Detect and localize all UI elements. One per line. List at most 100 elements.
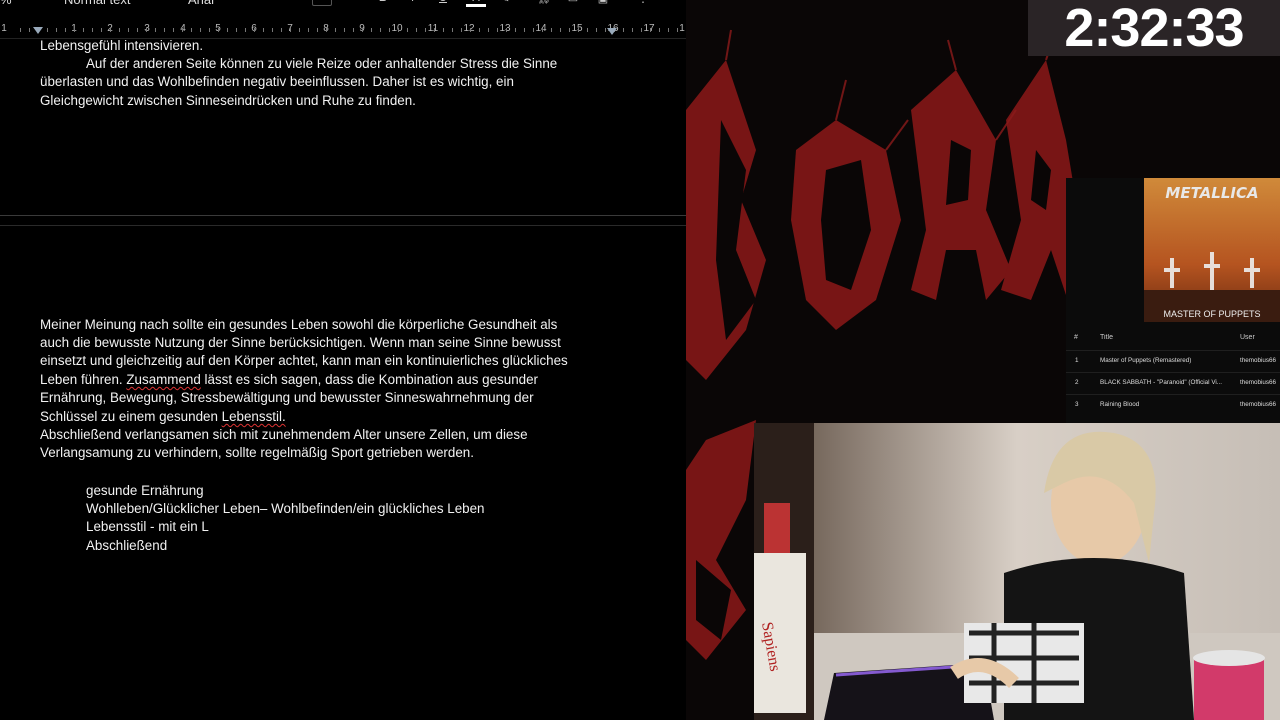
stream-timer: 2:32:33 (1028, 0, 1280, 56)
spelling-error-word[interactable]: Lebensstil. (222, 409, 286, 424)
ruler-minor-tick (353, 28, 354, 32)
doc-line: auch die bewusste Nutzung der Sinne berü… (40, 335, 561, 350)
ruler-minor-tick (344, 28, 345, 32)
playlist-row[interactable]: 2 BLACK SABBATH - "Paranoid" (Official V… (1066, 372, 1280, 393)
header-num: # (1074, 334, 1078, 341)
doc-line: Leben führen. Zusammend lässt es sich sa… (40, 371, 538, 389)
ruler-minor-tick (650, 28, 651, 32)
ruler-tick-label: 1 (679, 23, 685, 34)
ruler-minor-tick (263, 28, 264, 32)
ruler-minor-tick (119, 28, 120, 32)
left-indent-marker[interactable] (33, 27, 43, 34)
ruler-minor-tick (389, 28, 390, 32)
playlist-row[interactable]: 3 Raining Blood themobius66 (1066, 394, 1280, 415)
ruler-minor-tick (416, 28, 417, 32)
ruler-minor-tick (281, 28, 282, 32)
text-run: lässt es sich sagen, dass die Kombinatio… (200, 372, 538, 387)
ruler-minor-tick (299, 28, 300, 32)
ruler-minor-tick (596, 28, 597, 32)
webcam-feed: Sapiens (754, 423, 1280, 720)
page-break (0, 225, 686, 226)
comment-icon[interactable]: ▭ (566, 0, 580, 5)
row-user: themobius66 (1240, 357, 1277, 364)
ruler-minor-tick (308, 28, 309, 32)
row-title: Master of Puppets (Remastered) (1100, 357, 1192, 364)
ruler-minor-tick (407, 28, 408, 32)
ruler-minor-tick (218, 28, 219, 32)
doc-line: Schlüssel zu einem gesunden Lebensstil. (40, 408, 286, 426)
ruler-minor-tick (110, 28, 111, 32)
increase-font-icon[interactable]: + (342, 0, 356, 4)
header-title: Title (1100, 334, 1113, 341)
doc-line: einsetzt und gleichzeitig auf den Körper… (40, 353, 568, 368)
note-line: Wohlleben/Glücklicher Leben– Wohlbefinde… (86, 501, 485, 516)
ruler-minor-tick (542, 28, 543, 32)
ruler-tick-label: 17 (643, 23, 655, 34)
note-line: Lebensstil - mit ein L (86, 519, 209, 534)
link-icon[interactable]: ⛓ (537, 0, 551, 5)
doc-line: Auf der anderen Seite können zu viele Re… (86, 56, 558, 71)
more-options-icon[interactable]: ⋮ (636, 0, 650, 5)
ruler-tick-label: 1 (1, 23, 7, 34)
ruler-minor-tick (236, 28, 237, 32)
ruler-minor-tick (191, 28, 192, 32)
ruler-minor-tick (272, 28, 273, 32)
ruler-minor-tick (65, 28, 66, 32)
ruler-minor-tick (209, 28, 210, 32)
ruler-minor-tick (326, 28, 327, 32)
ruler-minor-tick (146, 28, 147, 32)
ruler-minor-tick (371, 28, 372, 32)
ruler-minor-tick (578, 28, 579, 32)
highlight-icon[interactable]: ✎ (498, 0, 512, 5)
row-user: themobius66 (1240, 401, 1277, 408)
doc-line: überlasten und das Wohlbefinden negativ … (40, 74, 514, 89)
text-color-icon[interactable]: A (466, 0, 486, 7)
doc-line: Lebensgefühl intensivieren. (40, 38, 204, 53)
ruler-minor-tick (335, 28, 336, 32)
spelling-error-word[interactable]: Zusammend (126, 372, 200, 387)
ruler-minor-tick (551, 28, 552, 32)
font-size-input[interactable] (312, 0, 332, 6)
ruler-minor-tick (92, 28, 93, 32)
text-run: Leben führen. (40, 372, 127, 387)
ruler-minor-tick (533, 28, 534, 32)
webcam-scene: Sapiens (754, 423, 1280, 720)
ruler-minor-tick (587, 28, 588, 32)
ruler-minor-tick (398, 28, 399, 32)
image-icon[interactable]: ▣ (596, 0, 610, 5)
ruler-minor-tick (101, 28, 102, 32)
underline-icon[interactable]: U (436, 0, 450, 4)
right-indent-marker[interactable] (607, 28, 617, 35)
italic-icon[interactable]: I (406, 0, 420, 4)
text-run: Schlüssel zu einem gesunden (40, 409, 222, 424)
ruler-minor-tick (254, 28, 255, 32)
playlist-row[interactable]: 1 Master of Puppets (Remastered) themobi… (1066, 350, 1280, 371)
ruler-minor-tick (461, 28, 462, 32)
style-select[interactable]: Normal text (64, 0, 130, 7)
ruler-tick-label: 15 (571, 23, 583, 34)
ruler-minor-tick (245, 28, 246, 32)
zoom-select[interactable]: % (0, 0, 12, 7)
ruler-minor-tick (434, 28, 435, 32)
ruler-minor-tick (632, 28, 633, 32)
note-line: gesunde Ernährung (86, 483, 204, 498)
bold-icon[interactable]: B (376, 0, 390, 4)
ruler-minor-tick (659, 28, 660, 32)
ruler-minor-tick (560, 28, 561, 32)
ruler-minor-tick (425, 28, 426, 32)
ruler-minor-tick (524, 28, 525, 32)
doc-line: Meiner Meinung nach sollte ein gesundes … (40, 317, 558, 332)
ruler-minor-tick (623, 28, 624, 32)
playlist-header: # Title User (1066, 328, 1280, 348)
stream-overlay: 2:32:33 METALLICA MASTER OF PUPPETS # Ti… (686, 0, 1280, 720)
ruler-tick-label: 10 (391, 23, 403, 34)
ruler-minor-tick (227, 28, 228, 32)
ruler-minor-tick (74, 28, 75, 32)
ruler-minor-tick (137, 28, 138, 32)
ruler-minor-tick (47, 28, 48, 32)
row-title: Raining Blood (1100, 401, 1140, 408)
ruler-minor-tick (470, 28, 471, 32)
font-select[interactable]: Arial (188, 0, 214, 7)
ruler-minor-tick (128, 28, 129, 32)
row-title: BLACK SABBATH - "Paranoid" (Official Vi.… (1100, 379, 1223, 386)
